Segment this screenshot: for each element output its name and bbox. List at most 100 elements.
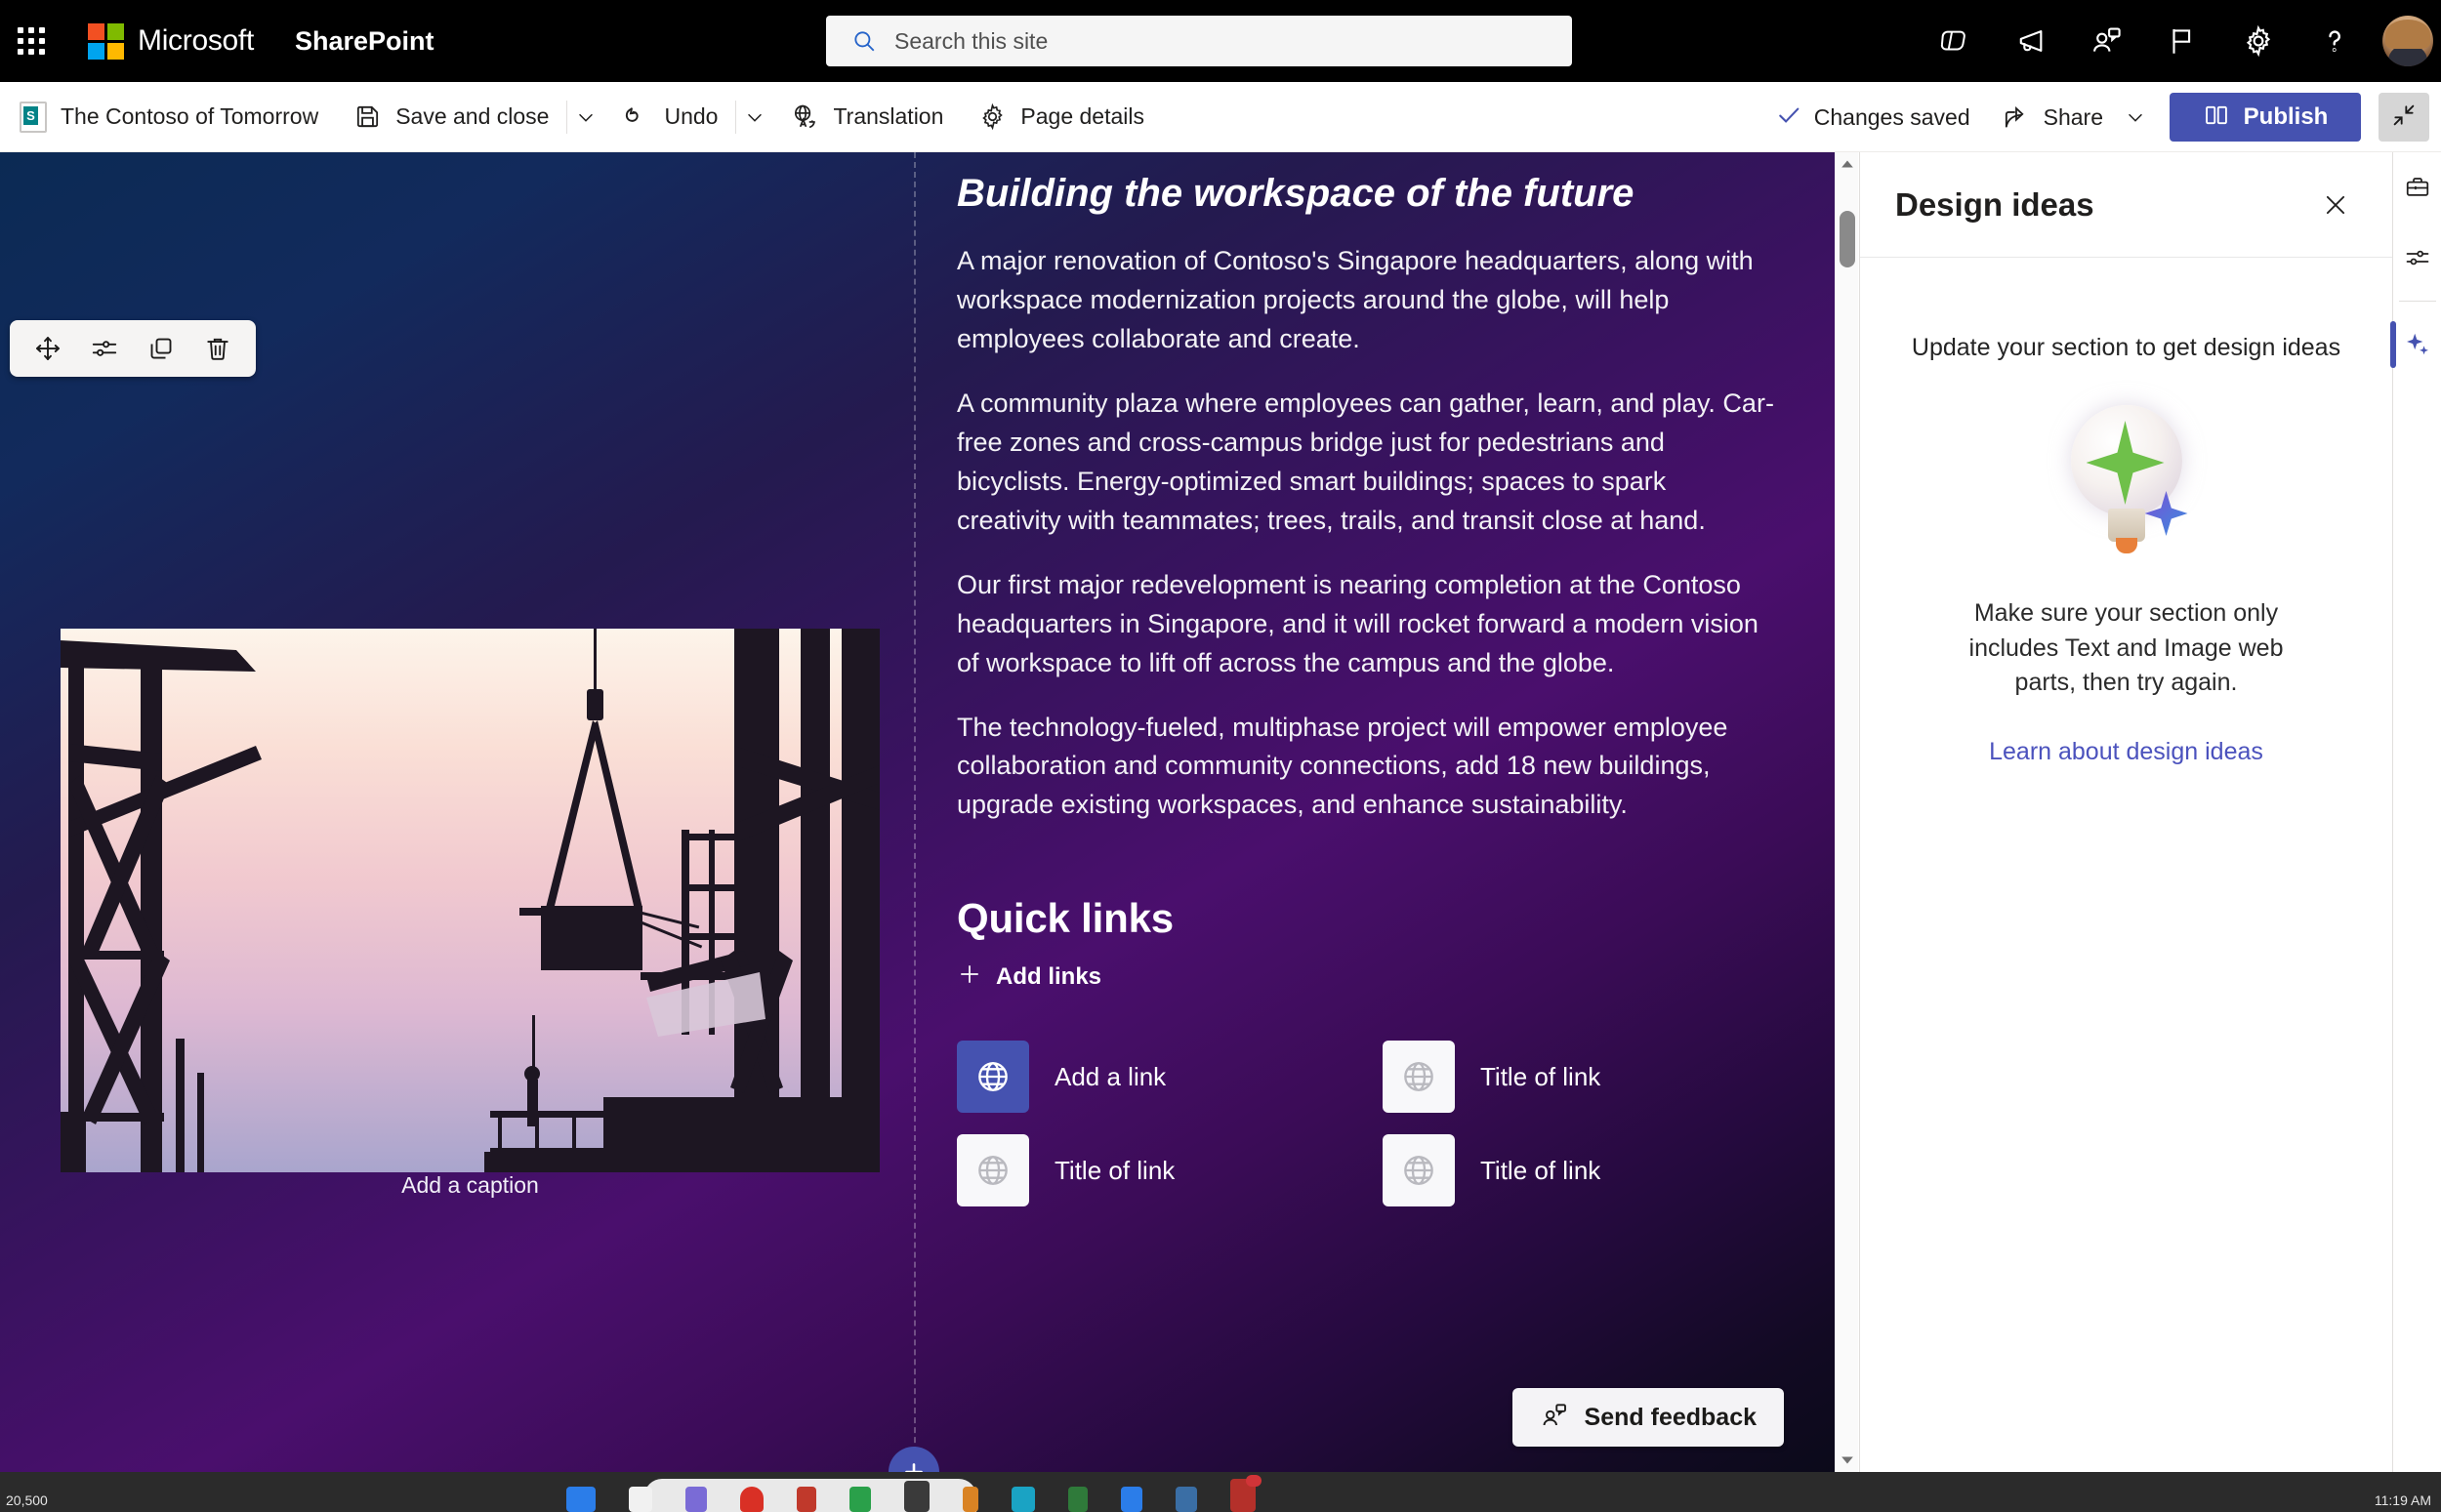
save-options-chevron-down-icon[interactable] (569, 90, 602, 144)
microsoft-logo[interactable]: Microsoft (88, 22, 254, 60)
page-canvas: Add a caption Building the workspace of … (0, 152, 1835, 1472)
lightbulb-sparkle-icon (2044, 397, 2210, 563)
scroll-down-button[interactable] (1836, 1449, 1859, 1472)
undo-icon (622, 102, 650, 131)
app-name-link[interactable]: SharePoint (295, 26, 434, 57)
page-details-label: Page details (1020, 103, 1144, 129)
divider (566, 100, 568, 134)
edit-web-part-button[interactable] (76, 324, 133, 373)
toolbox-icon[interactable] (2393, 152, 2441, 223)
share-label: Share (2043, 103, 2103, 130)
undo-button[interactable]: Undo (606, 90, 733, 144)
gear-icon[interactable] (2220, 0, 2296, 82)
translation-button[interactable]: Translation (775, 90, 959, 144)
checkmark-icon (1775, 102, 1802, 134)
text-web-part[interactable]: Building the workspace of the future A m… (957, 152, 1816, 1207)
copilot-icon[interactable] (1916, 0, 1992, 82)
undo-options-chevron-down-icon[interactable] (738, 90, 771, 144)
command-bar-right: Changes saved Share Publish (1775, 82, 2429, 152)
taskbar-app-icon[interactable] (1176, 1487, 1197, 1512)
send-feedback-button[interactable]: Send feedback (1511, 1388, 1784, 1447)
construction-photo[interactable] (61, 629, 880, 1172)
publish-icon (2203, 102, 2230, 134)
quick-link-label: Add a link (1055, 1061, 1167, 1091)
taskbar-app-icon[interactable] (685, 1487, 707, 1512)
caret-up-icon (1841, 160, 1853, 168)
divider (2398, 301, 2436, 302)
add-links-button[interactable]: Add links (957, 961, 1777, 992)
learn-about-design-ideas-link[interactable]: Learn about design ideas (1989, 738, 2263, 766)
flag-icon[interactable] (2144, 0, 2220, 82)
quick-link-item[interactable]: Title of link (1383, 1041, 1808, 1114)
duplicate-web-part-button[interactable] (133, 324, 189, 373)
taskbar-app-icon[interactable] (566, 1487, 596, 1512)
move-web-part-button[interactable] (20, 324, 76, 373)
taskbar-app-icon[interactable] (904, 1481, 930, 1512)
body-paragraph[interactable]: Our first major redevelopment is nearing… (957, 566, 1777, 683)
delete-web-part-button[interactable] (189, 324, 246, 373)
translation-label: Translation (833, 103, 944, 129)
quick-link-item[interactable]: Title of link (957, 1134, 1383, 1207)
megaphone-icon[interactable] (1992, 0, 2068, 82)
canvas-scrollbar[interactable] (1835, 152, 1858, 1472)
page-title-button[interactable]: The Contoso of Tomorrow (4, 90, 334, 144)
globe-icon (1383, 1041, 1455, 1114)
app-launcher-button[interactable] (0, 0, 62, 82)
taskbar-app-icon[interactable] (1068, 1487, 1088, 1512)
publish-button[interactable]: Publish (2170, 93, 2361, 142)
taskbar-app-icon[interactable] (797, 1487, 816, 1512)
quick-links-grid: Add a link Title of link Title of link T… (957, 1041, 1777, 1207)
taskbar-app-icon[interactable] (963, 1487, 978, 1512)
body-paragraph[interactable]: A major renovation of Contoso's Singapor… (957, 242, 1777, 359)
save-and-close-button[interactable]: Save and close (338, 90, 564, 144)
body-paragraph[interactable]: A community plaza where employees can ga… (957, 385, 1777, 541)
taskbar-app-icon[interactable] (629, 1487, 652, 1512)
quick-links-web-part[interactable]: Quick links Add links Add a link Title o… (957, 895, 1777, 1207)
globe-icon (1383, 1134, 1455, 1207)
publish-label: Publish (2243, 103, 2329, 130)
sliders-icon[interactable] (2393, 223, 2441, 293)
taskbar-app-icon[interactable] (849, 1487, 871, 1512)
globe-icon (957, 1041, 1029, 1114)
section-column-divider (914, 152, 916, 1472)
quick-links-title[interactable]: Quick links (957, 895, 1777, 942)
share-button[interactable]: Share (1986, 90, 2119, 144)
body-paragraph[interactable]: The technology-fueled, multiphase projec… (957, 709, 1777, 826)
panel-body: Update your section to get design ideas … (1860, 258, 2392, 766)
quick-link-item[interactable]: Title of link (1383, 1134, 1808, 1207)
undo-label: Undo (664, 103, 719, 129)
design-ideas-panel: Design ideas Update your section to get … (1859, 152, 2392, 1472)
search-input[interactable]: Search this site (826, 16, 1572, 66)
translation-icon (791, 102, 819, 131)
scrollbar-thumb[interactable] (1840, 211, 1855, 267)
quick-link-label: Title of link (1055, 1155, 1176, 1185)
scroll-up-button[interactable] (1836, 152, 1859, 176)
help-icon[interactable] (2296, 0, 2373, 82)
sparkle-icon[interactable] (2390, 309, 2441, 380)
feedback-person-icon[interactable] (2068, 0, 2144, 82)
taskbar-icons (566, 1475, 1262, 1512)
gear-icon (978, 102, 1007, 131)
plus-icon (905, 1463, 923, 1472)
quick-link-label: Title of link (1480, 1061, 1601, 1091)
page-heading[interactable]: Building the workspace of the future (957, 170, 1777, 217)
exit-fullscreen-button[interactable] (2379, 93, 2429, 142)
taskbar-clock: 11:19 AM (2374, 1492, 2431, 1508)
avatar[interactable] (2382, 16, 2433, 66)
plus-icon (957, 961, 982, 992)
taskbar-app-icon[interactable] (1121, 1487, 1142, 1512)
taskbar-app-icon[interactable] (740, 1487, 764, 1512)
waffle-icon (18, 27, 45, 55)
notification-badge (1246, 1475, 1262, 1487)
page-details-button[interactable]: Page details (963, 90, 1160, 144)
share-options-chevron-down-icon[interactable] (2119, 90, 2152, 144)
sharepoint-page-icon (20, 101, 47, 133)
taskbar-app-icon[interactable] (1012, 1487, 1035, 1512)
image-web-part[interactable]: Add a caption (0, 152, 914, 1460)
image-caption-input[interactable]: Add a caption (61, 1172, 880, 1199)
taskbar-app-icon[interactable] (1230, 1475, 1262, 1512)
quick-link-item[interactable]: Add a link (957, 1041, 1383, 1114)
close-icon[interactable] (2312, 182, 2359, 228)
microsoft-logo-icon (88, 22, 124, 60)
panel-submessage: Make sure your section only includes Tex… (1968, 599, 2284, 696)
